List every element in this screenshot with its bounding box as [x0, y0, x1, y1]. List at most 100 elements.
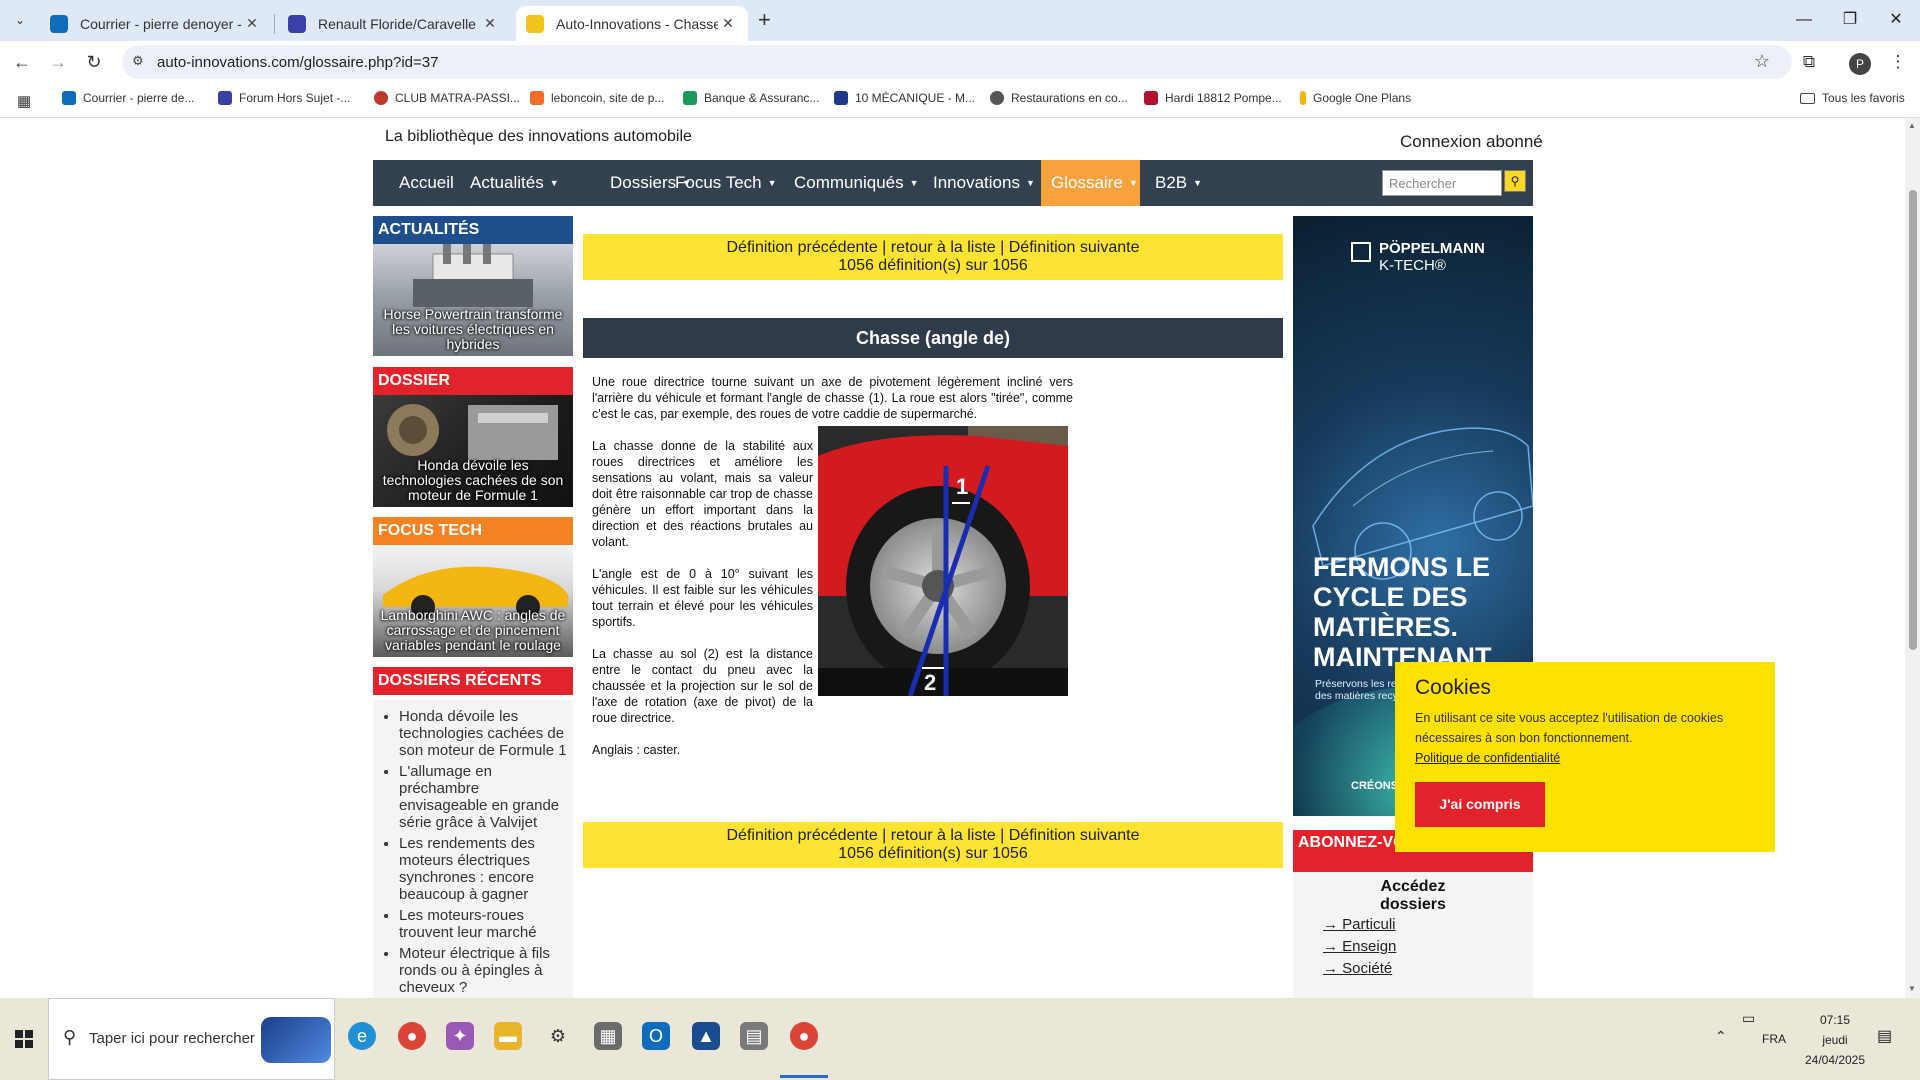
settings-icon[interactable]: ⚙	[544, 1022, 572, 1050]
taskbar-search-text: Taper ici pour rechercher	[89, 1030, 255, 1047]
system-clock[interactable]: 07:15 jeudi 24/04/2025	[1800, 1010, 1870, 1070]
chevron-up-icon[interactable]: ⌃	[1715, 1028, 1727, 1045]
cookie-banner: Cookies En utilisant ce site vous accept…	[1395, 662, 1775, 852]
focus-image[interactable]: Lamborghini AWC : angles de carrossage e…	[373, 545, 573, 657]
accept-cookies-button[interactable]: J'ai compris	[1415, 782, 1545, 827]
taskbar-search[interactable]: ⚲ Taper ici pour rechercher	[48, 998, 335, 1080]
definition-nav-links[interactable]: Définition précédente | retour à la list…	[583, 827, 1283, 845]
list-item[interactable]: L'allumage en préchambre envisageable en…	[399, 763, 567, 831]
minimize-icon[interactable]: —	[1784, 6, 1824, 34]
definition-intro: Une roue directrice tourne suivant un ax…	[592, 375, 1073, 421]
extensions-icon[interactable]: ⧉	[1795, 49, 1823, 75]
list-item[interactable]: Les moteurs-roues trouvent leur marché	[399, 907, 567, 941]
bookmarks-bar: ▦ Courrier - pierre de... Forum Hors Suj…	[0, 82, 1920, 118]
nav-accueil[interactable]: Accueil	[399, 160, 454, 206]
edge-icon[interactable]: e	[348, 1022, 376, 1050]
definition-count: 1056 définition(s) sur 1056	[838, 845, 1028, 862]
notes-icon[interactable]: ▤	[740, 1022, 768, 1050]
search-icon[interactable]: ⚲	[1504, 170, 1526, 192]
calculator-icon[interactable]: ▦	[594, 1022, 622, 1050]
tab-search-icon[interactable]: ⌄	[8, 8, 32, 32]
outlook-icon	[50, 14, 68, 33]
list-item[interactable]: Honda dévoile les technologies cachées d…	[399, 708, 567, 759]
file-explorer-icon[interactable]: ▬	[494, 1022, 522, 1050]
start-button[interactable]	[0, 998, 48, 1080]
page-scrollbar[interactable]: ▲ ▼	[1905, 118, 1920, 998]
chrome-icon[interactable]: ●	[398, 1022, 426, 1050]
tab-outlook[interactable]: Courrier - pierre denoyer - Outl ✕	[40, 6, 272, 41]
club-icon	[374, 91, 388, 105]
subscribe-link[interactable]: → Enseign	[1293, 936, 1533, 958]
url-text[interactable]: auto-innovations.com/glossaire.php?id=37	[157, 54, 438, 71]
notification-icon[interactable]: ▤	[1877, 1026, 1892, 1046]
page-viewport: La bibliothèque des innovations automobi…	[0, 118, 1905, 998]
windows-icon	[15, 1030, 33, 1048]
search-input[interactable]: Rechercher	[1382, 170, 1502, 196]
scroll-thumb[interactable]	[1909, 190, 1917, 650]
caret-icon: ▼	[1128, 178, 1138, 188]
sidebar-heading: ACTUALITÉS	[373, 216, 573, 244]
bookmark-item[interactable]: Google One Plans	[1300, 91, 1411, 105]
site-info-icon[interactable]: ⚙	[132, 53, 144, 69]
list-item[interactable]: Moteur électrique à fils ronds ou à épin…	[399, 945, 567, 996]
tab-auto-innovations[interactable]: Auto-Innovations - Chasse (angl ✕	[516, 6, 748, 41]
bookmark-item[interactable]: 10 MÉCANIQUE - M...	[834, 91, 975, 105]
login-link[interactable]: Connexion abonné	[1400, 132, 1543, 152]
bookmark-item[interactable]: Hardi 18812 Pompe...	[1144, 91, 1282, 105]
definition-nav-links[interactable]: Définition précédente | retour à la list…	[583, 239, 1283, 257]
bookmark-item[interactable]: Banque & Assuranc...	[683, 91, 819, 105]
list-item[interactable]: Les rendements des moteurs électriques s…	[399, 835, 567, 903]
subscribe-link[interactable]: → Particuli	[1293, 914, 1533, 936]
reload-icon[interactable]: ↻	[80, 49, 108, 75]
taskbar: ⚲ Taper ici pour rechercher e ● ✦ ▬ ⚙ ▦ …	[0, 998, 1920, 1080]
definition-nav-top: Définition précédente | retour à la list…	[583, 234, 1283, 280]
outlook-icon[interactable]: O	[642, 1022, 670, 1050]
tab-renault[interactable]: Renault Floride/Caravelle [inter ✕	[278, 6, 510, 41]
menu-dots-icon[interactable]: ⋮	[1884, 49, 1912, 75]
dossier-image[interactable]: Honda dévoile les technologies cachées d…	[373, 395, 573, 507]
restore-icon[interactable]: ❐	[1830, 6, 1870, 34]
privacy-link[interactable]: Politique de confidentialité	[1415, 748, 1755, 768]
sidebar-dossier[interactable]: DOSSIER Honda dévoile les technologies c…	[373, 367, 573, 507]
sidebar-actualites[interactable]: ACTUALITÉS Horse Powertrain transforme l…	[373, 216, 573, 356]
english-term: Anglais : caster.	[592, 743, 681, 757]
forward-icon[interactable]: →	[44, 49, 72, 75]
nav-glossaire[interactable]: Glossaire ▼	[1041, 160, 1140, 206]
bookmark-item[interactable]: leboncoin, site de p...	[530, 91, 664, 105]
ad-bottom-text: CRÉONS	[1351, 780, 1399, 792]
bookmark-item[interactable]: Forum Hors Sujet -...	[218, 91, 350, 105]
subscribe-link[interactable]: → Société	[1293, 958, 1533, 980]
back-icon[interactable]: ←	[8, 49, 36, 75]
close-icon[interactable]: ✕	[480, 15, 500, 32]
nav-actualites[interactable]: Actualités ▼	[470, 160, 559, 206]
scroll-up-icon[interactable]: ▲	[1908, 121, 1916, 130]
bookmark-item[interactable]: Restaurations en co...	[990, 91, 1128, 105]
address-bar[interactable]: ⚙ auto-innovations.com/glossaire.php?id=…	[122, 45, 1792, 79]
avatar[interactable]: P	[1849, 53, 1871, 75]
nav-communiques[interactable]: Communiqués ▼	[794, 160, 919, 206]
nav-b2b[interactable]: B2B ▼	[1155, 160, 1202, 206]
scroll-down-icon[interactable]: ▼	[1908, 984, 1916, 993]
nav-focus-tech[interactable]: Focus Tech ▼	[675, 160, 777, 206]
app-icon[interactable]: ▲	[692, 1022, 720, 1050]
bookmark-item[interactable]: Courrier - pierre de...	[62, 91, 194, 105]
chrome-active-icon[interactable]: ●	[790, 1022, 818, 1050]
all-bookmarks[interactable]: Tous les favoris	[1800, 91, 1905, 105]
google-one-icon	[1300, 91, 1306, 105]
new-tab-icon[interactable]: +	[758, 8, 771, 32]
network-icon[interactable]: ▭	[1742, 1010, 1755, 1027]
outlook-icon	[62, 91, 76, 105]
window-close-icon[interactable]: ✕	[1876, 6, 1916, 34]
bookmark-star-icon[interactable]: ☆	[1754, 51, 1770, 72]
definition-nav-bottom: Définition précédente | retour à la list…	[583, 822, 1283, 868]
close-icon[interactable]: ✕	[242, 15, 262, 32]
sidebar-heading: FOCUS TECH	[373, 517, 573, 545]
copilot-icon[interactable]: ✦	[446, 1022, 474, 1050]
sidebar-focus-tech[interactable]: FOCUS TECH Lamborghini AWC : angles de c…	[373, 517, 573, 657]
close-icon[interactable]: ✕	[718, 15, 738, 32]
language-indicator[interactable]: FRA	[1762, 1032, 1786, 1046]
apps-grid-icon[interactable]: ▦	[17, 92, 31, 110]
news-image[interactable]: Horse Powertrain transforme les voitures…	[373, 244, 573, 356]
nav-innovations[interactable]: Innovations ▼	[933, 160, 1035, 206]
bookmark-item[interactable]: CLUB MATRA-PASSI...	[374, 91, 520, 105]
